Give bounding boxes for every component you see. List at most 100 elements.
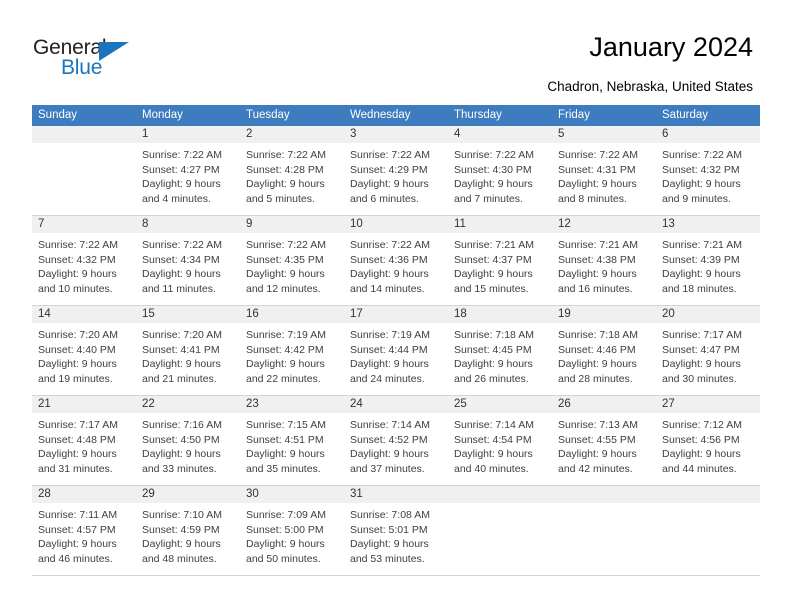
day-detail-line: Daylight: 9 hours	[246, 268, 325, 281]
calendar-day-cell-empty	[552, 486, 656, 575]
day-detail-line: Sunrise: 7:20 AM	[142, 329, 222, 341]
day-detail-line: and 37 minutes.	[350, 462, 425, 475]
calendar-day-cell[interactable]: 5 Sunrise: 7:22 AM Sunset: 4:31 PM Daylight…	[552, 126, 656, 215]
calendar-day-cell[interactable]: 20 Sunrise: 7:17 AM Sunset: 4:47 PM Dayligh…	[656, 306, 760, 395]
day-details: Sunrise: 7:14 AM Sunset: 4:54 PM Daylight:…	[448, 413, 552, 476]
day-number: 28	[32, 486, 136, 503]
day-details: Sunrise: 7:18 AM Sunset: 4:46 PM Daylight:…	[552, 323, 656, 386]
day-detail-line: and 10 minutes.	[38, 282, 113, 295]
day-number: 7	[32, 216, 136, 233]
calendar-day-cell[interactable]: 11 Sunrise: 7:21 AM Sunset: 4:37 PM Dayligh…	[448, 216, 552, 305]
day-number: 17	[344, 306, 448, 323]
day-details: Sunrise: 7:22 AM Sunset: 4:32 PM Daylight:…	[656, 143, 760, 206]
day-detail-line: Daylight: 9 hours	[246, 358, 325, 371]
day-detail-line: Sunset: 4:50 PM	[142, 433, 220, 446]
calendar-day-cell[interactable]: 1 Sunrise: 7:22 AM Sunset: 4:27 PM Daylight…	[136, 126, 240, 215]
calendar-day-cell[interactable]: 26 Sunrise: 7:13 AM Sunset: 4:55 PM Dayligh…	[552, 396, 656, 485]
calendar-day-cell[interactable]: 10 Sunrise: 7:22 AM Sunset: 4:36 PM Dayligh…	[344, 216, 448, 305]
calendar-day-cell[interactable]: 24 Sunrise: 7:14 AM Sunset: 4:52 PM Dayligh…	[344, 396, 448, 485]
day-detail-line: and 19 minutes.	[38, 372, 113, 385]
day-detail-line: and 7 minutes.	[454, 192, 523, 205]
day-detail-line: Sunset: 4:47 PM	[662, 343, 740, 356]
day-number	[552, 486, 656, 503]
day-details: Sunrise: 7:22 AM Sunset: 4:35 PM Daylight:…	[240, 233, 344, 296]
day-number: 3	[344, 126, 448, 143]
calendar-day-cell[interactable]: 7 Sunrise: 7:22 AM Sunset: 4:32 PM Daylight…	[32, 216, 136, 305]
day-details: Sunrise: 7:21 AM Sunset: 4:37 PM Daylight:…	[448, 233, 552, 296]
calendar-day-cell[interactable]: 25 Sunrise: 7:14 AM Sunset: 4:54 PM Dayligh…	[448, 396, 552, 485]
calendar-day-cell[interactable]: 21 Sunrise: 7:17 AM Sunset: 4:48 PM Dayligh…	[32, 396, 136, 485]
day-detail-line: Sunrise: 7:17 AM	[38, 419, 118, 431]
calendar-week-row: 28 Sunrise: 7:11 AM Sunset: 4:57 PM Dayligh…	[32, 486, 760, 576]
calendar-day-cell[interactable]: 18 Sunrise: 7:18 AM Sunset: 4:45 PM Dayligh…	[448, 306, 552, 395]
calendar-day-cell[interactable]: 29 Sunrise: 7:10 AM Sunset: 4:59 PM Dayligh…	[136, 486, 240, 575]
day-detail-line: Sunrise: 7:16 AM	[142, 419, 222, 431]
day-detail-line: Sunrise: 7:14 AM	[350, 419, 430, 431]
day-detail-line: Sunset: 4:29 PM	[350, 163, 428, 176]
calendar-day-cell[interactable]: 17 Sunrise: 7:19 AM Sunset: 4:44 PM Dayligh…	[344, 306, 448, 395]
calendar-day-cell[interactable]: 6 Sunrise: 7:22 AM Sunset: 4:32 PM Daylight…	[656, 126, 760, 215]
day-detail-line: Sunrise: 7:21 AM	[558, 239, 638, 251]
day-detail-line: and 40 minutes.	[454, 462, 529, 475]
day-number: 6	[656, 126, 760, 143]
day-detail-line: Daylight: 9 hours	[454, 448, 533, 461]
calendar-day-cell[interactable]: 19 Sunrise: 7:18 AM Sunset: 4:46 PM Dayligh…	[552, 306, 656, 395]
calendar-day-cell[interactable]: 31 Sunrise: 7:08 AM Sunset: 5:01 PM Dayligh…	[344, 486, 448, 575]
day-details: Sunrise: 7:18 AM Sunset: 4:45 PM Daylight:…	[448, 323, 552, 386]
weekday-header-friday: Friday	[558, 109, 590, 121]
weekday-header-monday: Monday	[142, 109, 183, 121]
calendar-day-cell[interactable]: 12 Sunrise: 7:21 AM Sunset: 4:38 PM Dayligh…	[552, 216, 656, 305]
calendar-day-cell[interactable]: 27 Sunrise: 7:12 AM Sunset: 4:56 PM Dayligh…	[656, 396, 760, 485]
weekday-header-saturday: Saturday	[662, 109, 709, 121]
calendar-day-cell-empty	[32, 126, 136, 215]
day-details: Sunrise: 7:20 AM Sunset: 4:41 PM Daylight:…	[136, 323, 240, 386]
day-detail-line: and 22 minutes.	[246, 372, 321, 385]
day-number: 8	[136, 216, 240, 233]
day-detail-line: Daylight: 9 hours	[142, 538, 221, 551]
weekday-header-sunday: Sunday	[38, 109, 78, 121]
day-detail-line: and 48 minutes.	[142, 552, 217, 565]
calendar-day-cell[interactable]: 14 Sunrise: 7:20 AM Sunset: 4:40 PM Dayligh…	[32, 306, 136, 395]
day-number: 18	[448, 306, 552, 323]
day-detail-line: Sunrise: 7:22 AM	[246, 239, 326, 251]
day-detail-line: and 21 minutes.	[142, 372, 217, 385]
day-detail-line: Daylight: 9 hours	[350, 448, 429, 461]
calendar-day-cell[interactable]: 3 Sunrise: 7:22 AM Sunset: 4:29 PM Daylight…	[344, 126, 448, 215]
day-detail-line: Sunset: 4:52 PM	[350, 433, 428, 446]
day-detail-line: Sunset: 4:57 PM	[38, 523, 116, 536]
calendar-day-cell[interactable]: 9 Sunrise: 7:22 AM Sunset: 4:35 PM Daylight…	[240, 216, 344, 305]
calendar-day-cell[interactable]: 4 Sunrise: 7:22 AM Sunset: 4:30 PM Daylight…	[448, 126, 552, 215]
day-detail-line: Daylight: 9 hours	[38, 268, 117, 281]
day-detail-line: and 35 minutes.	[246, 462, 321, 475]
day-number: 24	[344, 396, 448, 413]
day-detail-line: and 30 minutes.	[662, 372, 737, 385]
day-details: Sunrise: 7:22 AM Sunset: 4:34 PM Daylight:…	[136, 233, 240, 296]
calendar-day-cell[interactable]: 22 Sunrise: 7:16 AM Sunset: 4:50 PM Dayligh…	[136, 396, 240, 485]
day-detail-line: Sunset: 4:39 PM	[662, 253, 740, 266]
calendar-day-cell[interactable]: 2 Sunrise: 7:22 AM Sunset: 4:28 PM Daylight…	[240, 126, 344, 215]
calendar-day-cell[interactable]: 23 Sunrise: 7:15 AM Sunset: 4:51 PM Dayligh…	[240, 396, 344, 485]
general-blue-logo[interactable]: General Blue	[33, 36, 163, 82]
day-detail-line: Daylight: 9 hours	[350, 178, 429, 191]
day-detail-line: Sunset: 4:42 PM	[246, 343, 324, 356]
day-detail-line: Sunrise: 7:22 AM	[662, 149, 742, 161]
day-detail-line: Sunrise: 7:12 AM	[662, 419, 742, 431]
calendar-day-cell[interactable]: 28 Sunrise: 7:11 AM Sunset: 4:57 PM Dayligh…	[32, 486, 136, 575]
day-detail-line: Sunset: 4:32 PM	[662, 163, 740, 176]
day-detail-line: Daylight: 9 hours	[142, 448, 221, 461]
calendar-day-cell[interactable]: 30 Sunrise: 7:09 AM Sunset: 5:00 PM Dayligh…	[240, 486, 344, 575]
calendar-day-cell[interactable]: 13 Sunrise: 7:21 AM Sunset: 4:39 PM Dayligh…	[656, 216, 760, 305]
calendar-day-cell[interactable]: 15 Sunrise: 7:20 AM Sunset: 4:41 PM Dayligh…	[136, 306, 240, 395]
day-detail-line: Daylight: 9 hours	[558, 448, 637, 461]
calendar-day-cell[interactable]: 8 Sunrise: 7:22 AM Sunset: 4:34 PM Daylight…	[136, 216, 240, 305]
day-detail-line: Sunrise: 7:22 AM	[142, 239, 222, 251]
day-number: 23	[240, 396, 344, 413]
day-detail-line: and 18 minutes.	[662, 282, 737, 295]
calendar-grid: Sunday Monday Tuesday Wednesday Thursday Frid…	[32, 105, 760, 576]
day-detail-line: Daylight: 9 hours	[558, 268, 637, 281]
day-number: 20	[656, 306, 760, 323]
calendar-day-cell[interactable]: 16 Sunrise: 7:19 AM Sunset: 4:42 PM Dayligh…	[240, 306, 344, 395]
day-number	[656, 486, 760, 503]
weekday-header-thursday: Thursday	[454, 109, 502, 121]
page-header: General Blue January 2024 Chadron, Nebra…	[0, 0, 792, 100]
